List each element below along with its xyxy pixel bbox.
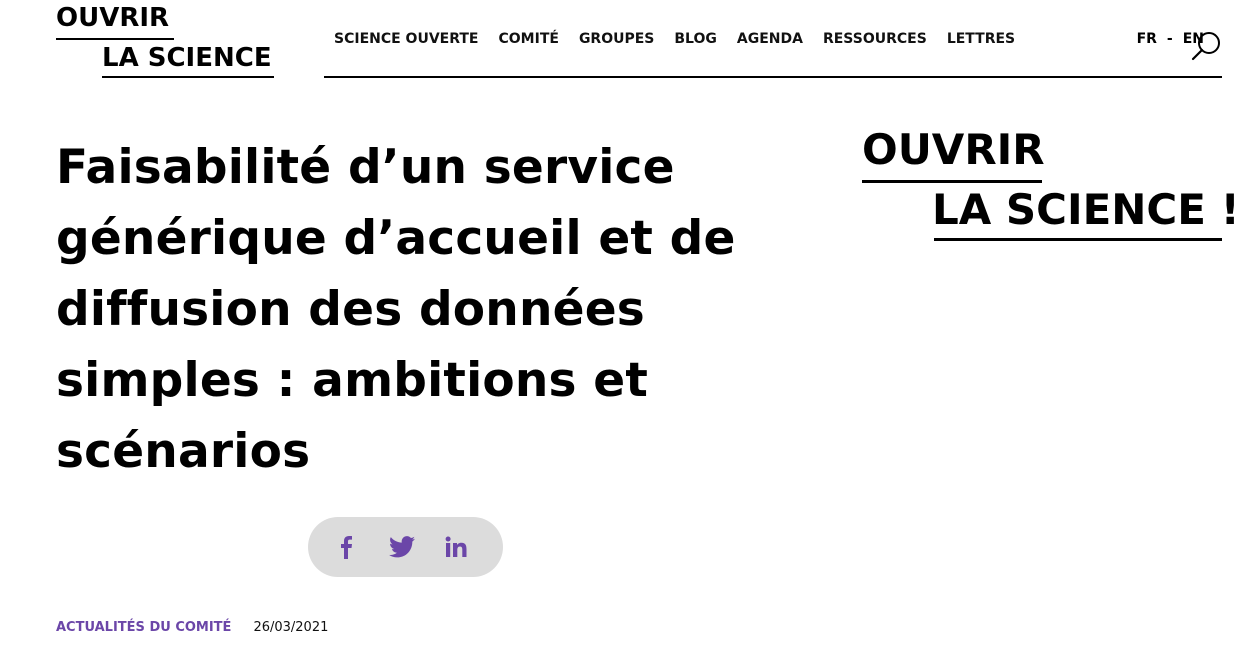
facebook-icon: [341, 536, 352, 559]
twitter-icon: [389, 536, 415, 558]
article-date: 26/03/2021: [253, 620, 329, 635]
nav-item-agenda[interactable]: AGENDA: [737, 31, 803, 47]
nav-item-lettres[interactable]: LETTRES: [947, 31, 1015, 47]
main-nav: SCIENCE OUVERTE COMITÉ GROUPES BLOG AGEN…: [324, 0, 1222, 78]
page: OUVRIR LA SCIENCE SCIENCE OUVERTE COMITÉ…: [0, 0, 1248, 664]
nav-list: SCIENCE OUVERTE COMITÉ GROUPES BLOG AGEN…: [334, 31, 1035, 47]
logo-rule-1: [56, 38, 174, 40]
sidebar-logo-rule-1: [862, 180, 1042, 183]
nav-item-groupes[interactable]: GROUPES: [579, 31, 654, 47]
nav-item-comite[interactable]: COMITÉ: [499, 31, 559, 47]
article-title: Faisabilité d’un service générique d’acc…: [56, 140, 736, 479]
linkedin-share-button[interactable]: [444, 535, 468, 559]
share-bar: [308, 517, 503, 577]
sidebar-logo-line-1: OUVRIR: [862, 125, 1045, 174]
twitter-share-button[interactable]: [388, 535, 416, 559]
logo-line-1: OUVRIR: [56, 3, 170, 33]
linkedin-icon: [445, 536, 467, 557]
facebook-share-button[interactable]: [338, 535, 354, 559]
nav-item-blog[interactable]: BLOG: [674, 31, 717, 47]
sidebar-logo-rule-2: [934, 238, 1222, 241]
nav-item-science-ouverte[interactable]: SCIENCE OUVERTE: [334, 31, 479, 47]
nav-item-ressources[interactable]: RESSOURCES: [823, 31, 927, 47]
sidebar-logo-line-2: LA SCIENCE !: [932, 185, 1240, 234]
search-button[interactable]: [1190, 30, 1222, 62]
search-icon: [1191, 32, 1220, 61]
category-link[interactable]: ACTUALITÉS DU COMITÉ: [56, 620, 231, 635]
sidebar-logo: OUVRIR LA SCIENCE !: [862, 124, 1240, 254]
article-meta: ACTUALITÉS DU COMITÉ 26/03/2021: [56, 620, 328, 635]
logo-line-2: LA SCIENCE: [102, 43, 272, 73]
site-logo[interactable]: OUVRIR LA SCIENCE: [56, 2, 276, 80]
lang-fr-link[interactable]: FR: [1137, 31, 1157, 47]
logo-rule-2: [102, 76, 274, 78]
lang-separator: -: [1166, 31, 1173, 47]
